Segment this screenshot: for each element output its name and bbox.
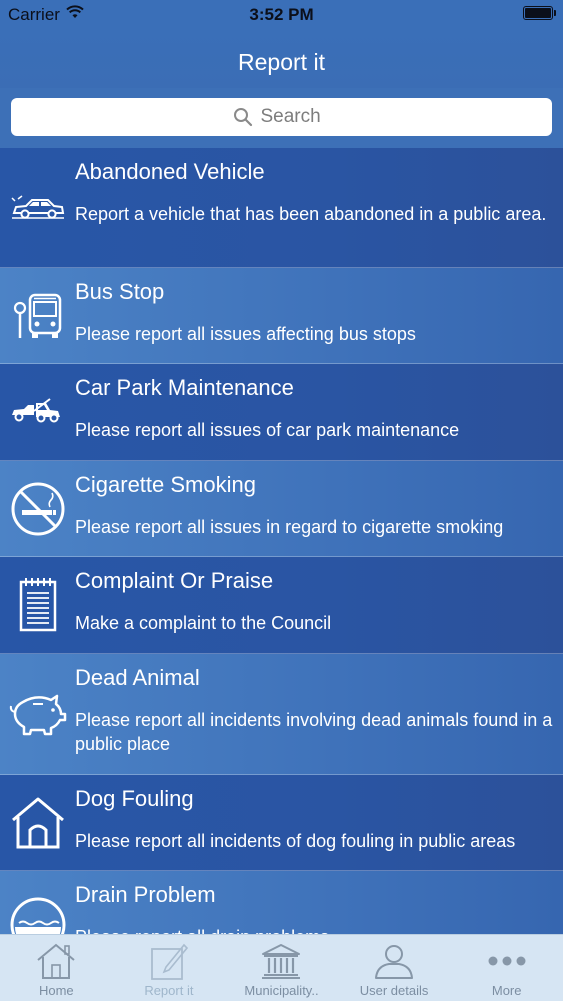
- list-item-drain-problem[interactable]: Drain Problem Please report all drain pr…: [0, 871, 563, 934]
- item-title: Abandoned Vehicle: [75, 159, 265, 184]
- item-description: Make a complaint to the Council: [75, 613, 332, 633]
- tab-municipality[interactable]: Municipality..: [225, 935, 338, 1001]
- item-description: Please report all issues in regard to ci…: [75, 517, 504, 537]
- search-input[interactable]: [260, 106, 331, 128]
- car-icon: [8, 178, 68, 238]
- tab-user-details[interactable]: User details: [338, 935, 451, 1001]
- no-smoking-icon: [8, 479, 68, 539]
- dog-house-icon: [8, 793, 68, 853]
- tab-label: Report it: [144, 983, 194, 998]
- search-bar: [0, 88, 563, 148]
- list-item-dog-fouling[interactable]: Dog Fouling Please report all incidents …: [0, 775, 563, 871]
- item-description: Please report all issues affecting bus s…: [75, 324, 416, 344]
- search-field[interactable]: [11, 98, 552, 136]
- list-item-complaint-or-praise[interactable]: Complaint Or Praise Make a complaint to …: [0, 557, 563, 654]
- navigation-bar: Report it: [0, 30, 563, 89]
- item-description: Please report all issues of car park mai…: [75, 420, 460, 440]
- item-title: Dog Fouling: [75, 786, 194, 811]
- more-icon: [485, 941, 529, 981]
- tab-label: Municipality..: [244, 983, 319, 998]
- list-item-dead-animal[interactable]: Dead Animal Please report all incidents …: [0, 654, 563, 775]
- report-icon: [147, 941, 191, 981]
- tab-label: Home: [38, 983, 74, 998]
- battery-icon: [523, 6, 556, 20]
- item-title: Bus Stop: [75, 279, 165, 304]
- clock: 3:52 PM: [249, 5, 314, 24]
- list-item-bus-stop[interactable]: Bus Stop Please report all issues affect…: [0, 268, 563, 364]
- list-item-cigarette-smoking[interactable]: Cigarette Smoking Please report all issu…: [0, 461, 563, 557]
- item-description: Please report all drain problems: [75, 925, 555, 934]
- tow-truck-icon: [8, 382, 68, 442]
- search-icon: [233, 108, 252, 127]
- tab-home[interactable]: Home: [0, 935, 113, 1001]
- drain-icon: [8, 895, 68, 934]
- list-item-car-park-maintenance[interactable]: Car Park Maintenance Please report all i…: [0, 364, 563, 461]
- item-description: Please report all incidents involving de…: [75, 710, 553, 754]
- municipality-icon: [259, 941, 303, 981]
- tab-bar: Home Report it Municipality.. User detai…: [0, 934, 563, 1001]
- user-icon: [372, 941, 416, 981]
- category-list: Abandoned Vehicle Report a vehicle that …: [0, 148, 563, 934]
- item-title: Cigarette Smoking: [75, 472, 256, 497]
- item-description: Please report all incidents of dog fouli…: [75, 831, 516, 851]
- item-title: Dead Animal: [75, 665, 200, 690]
- tab-report-it[interactable]: Report it: [113, 935, 226, 1001]
- list-item-abandoned-vehicle[interactable]: Abandoned Vehicle Report a vehicle that …: [0, 148, 563, 268]
- item-title: Car Park Maintenance: [75, 375, 294, 400]
- item-title: Drain Problem: [75, 882, 216, 907]
- bus-stop-icon: [8, 286, 68, 346]
- tab-more[interactable]: More: [450, 935, 563, 1001]
- page-title: Report it: [238, 49, 325, 75]
- notepad-icon: [8, 575, 68, 635]
- item-title: Complaint Or Praise: [75, 568, 274, 593]
- tab-label: More: [491, 983, 522, 998]
- tab-label: User details: [359, 983, 429, 998]
- item-description: Report a vehicle that has been abandoned…: [75, 204, 547, 224]
- home-icon: [34, 941, 78, 981]
- status-bar: Carrier 3:52 PM: [0, 0, 563, 30]
- pig-icon: [8, 684, 68, 744]
